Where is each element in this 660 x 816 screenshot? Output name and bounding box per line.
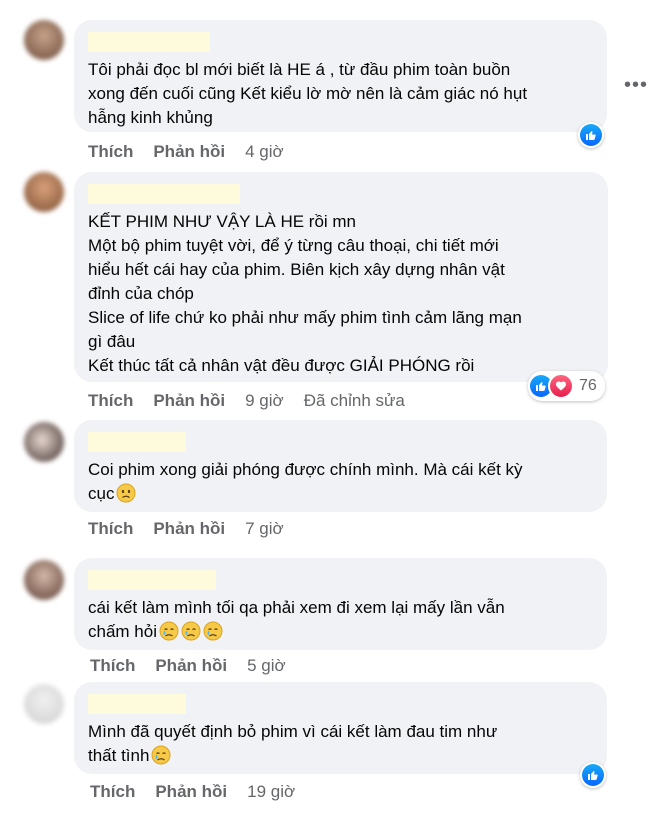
comment-text: KẾT PHIM NHƯ VẬY LÀ HE rồi mn Một bộ phi… [88,212,522,375]
comment-bubble: Coi phim xong giải phóng được chính mình… [74,420,607,512]
comment-actions: Thích Phản hồi 7 giờ [88,519,304,539]
timestamp[interactable]: 7 giờ [245,519,284,539]
comment-body: cái kết làm mình tối qa phải xem đi xem … [88,598,505,641]
avatar[interactable] [24,422,64,462]
reaction-summary[interactable] [578,122,604,148]
redacted-author-name[interactable] [88,32,210,52]
comment-bubble: KẾT PHIM NHƯ VẬY LÀ HE rồi mn Một bộ phi… [74,172,608,382]
comment-actions: Thích Phản hồi 19 giờ [90,782,315,802]
crying-face-emoji [159,621,179,641]
like-button[interactable]: Thích [88,391,133,411]
like-button[interactable]: Thích [90,656,135,676]
comment-text: Mình đã quyết định bỏ phim vì cái kết là… [88,720,497,768]
redacted-author-name[interactable] [88,184,240,204]
comment-actions: Thích Phản hồi 9 giờ Đã chỉnh sửa [88,391,425,411]
timestamp[interactable]: 19 giờ [247,782,295,802]
avatar[interactable] [24,684,64,724]
avatar[interactable] [24,172,64,212]
redacted-author-name[interactable] [88,694,186,714]
like-button[interactable]: Thích [88,519,133,539]
redacted-author-name[interactable] [88,432,186,452]
reply-button[interactable]: Phản hồi [155,656,227,676]
like-button[interactable]: Thích [88,142,133,162]
reaction-summary[interactable]: 76 [528,371,605,401]
comment-text: Tôi phải đọc bl mới biết là HE á , từ đầ… [88,60,528,127]
comment-bubble: Tôi phải đọc bl mới biết là HE á , từ đầ… [74,20,607,132]
more-options-icon[interactable]: ••• [624,74,648,97]
like-reaction-icon [582,764,604,786]
edited-label[interactable]: Đã chỉnh sửa [304,391,405,411]
comment-body: Mình đã quyết định bỏ phim vì cái kết là… [88,722,498,765]
reply-button[interactable]: Phản hồi [155,782,227,802]
avatar[interactable] [24,560,64,600]
crying-face-emoji [203,621,223,641]
like-button[interactable]: Thích [90,782,135,802]
love-reaction-icon [548,373,574,399]
avatar[interactable] [24,20,64,60]
comment-text: cái kết làm mình tối qa phải xem đi xem … [88,596,505,644]
timestamp[interactable]: 5 giờ [247,656,286,676]
reaction-summary[interactable] [580,762,606,788]
redacted-author-name[interactable] [88,570,216,590]
timestamp[interactable]: 4 giờ [245,142,284,162]
comment-actions: Thích Phản hồi 4 giờ [88,142,304,162]
reply-button[interactable]: Phản hồi [153,142,225,162]
comment-body: Coi phim xong giải phóng được chính mình… [88,460,523,503]
reply-button[interactable]: Phản hồi [153,519,225,539]
comment-text: Coi phim xong giải phóng được chính mình… [88,458,523,506]
worried-face-emoji [116,483,136,503]
reaction-count: 76 [579,377,597,394]
crying-face-emoji [151,745,171,765]
comment-actions: Thích Phản hồi 5 giờ [90,656,306,676]
crying-face-emoji [181,621,201,641]
comment-bubble: cái kết làm mình tối qa phải xem đi xem … [74,558,607,650]
timestamp[interactable]: 9 giờ [245,391,284,411]
comment-bubble: Mình đã quyết định bỏ phim vì cái kết là… [74,682,607,774]
reply-button[interactable]: Phản hồi [153,391,225,411]
like-reaction-icon [580,124,602,146]
